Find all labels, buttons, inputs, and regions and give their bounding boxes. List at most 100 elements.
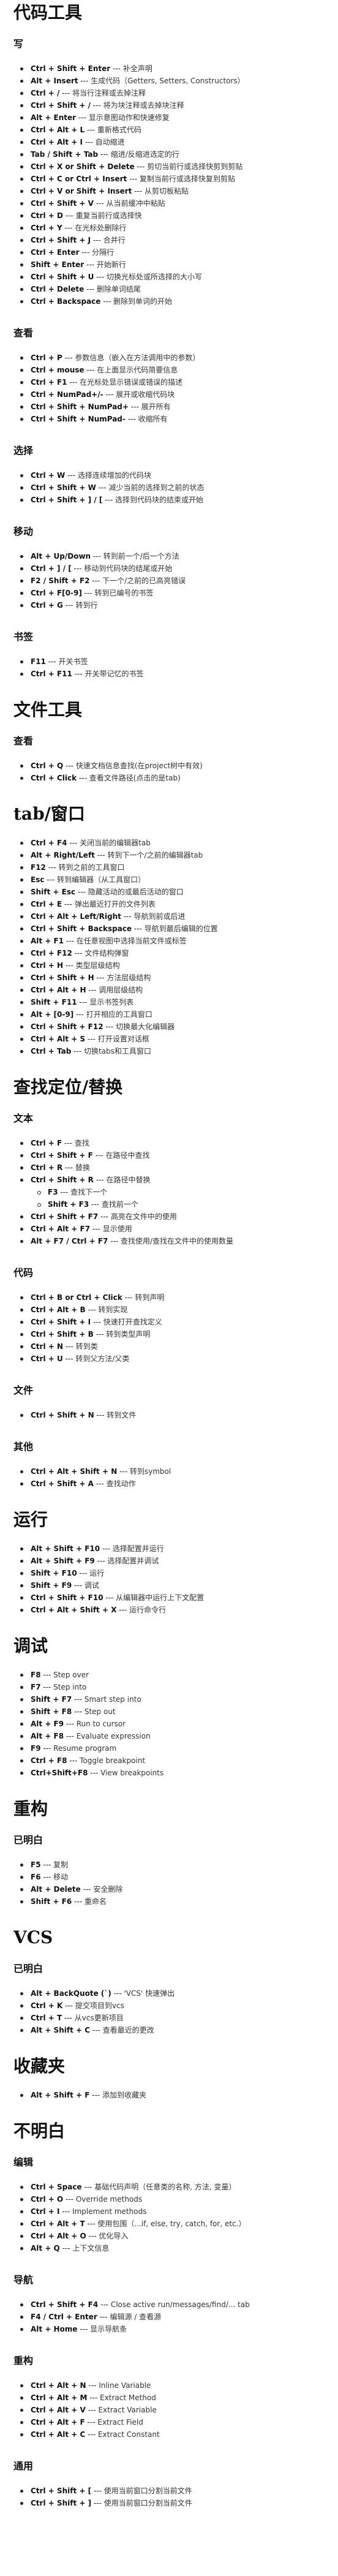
section-title: tab/窗口 [13,804,85,824]
shortcut-separator: --- [89,576,103,585]
shortcut-description: 转到文件 [107,1411,137,1419]
shortcut-key: Ctrl + Shift + F7 [31,1212,99,1221]
shortcut-item: Alt + [0-9] --- 打开相应的工具窗口 [13,1008,331,1021]
shortcut-item: Ctrl + Alt + F --- Extract Field [13,2416,331,2428]
shortcut-item: Ctrl + Alt + B --- 转到实现 [13,1304,331,1316]
shortcut-separator: --- [79,248,92,257]
shortcut-item: Ctrl + Alt + Shift + X --- 运行命令行 [13,1604,331,1616]
subsection-title: 文件 [13,1384,34,1396]
shortcut-separator: --- [67,1756,80,1765]
shortcut-description: 显示导航条 [90,2325,127,2333]
shortcut-description: 在上面显示代码简要信息 [97,366,178,374]
shortcut-item: Ctrl + H --- 类型层级结构 [13,959,331,972]
shortcut-description: 转到实现 [98,1305,128,1314]
shortcut-separator: --- [72,1581,85,1590]
shortcut-separator: --- [116,1606,130,1614]
shortcut-item: Ctrl + V or Shift + Insert --- 从剪切板粘贴 [13,185,331,197]
shortcut-separator: --- [103,390,116,399]
shortcut-key: Ctrl + B or Ctrl + Click [31,1293,122,1302]
shortcut-description: 使用包围（...if, else, try, catch, for, etc.） [97,2219,246,2228]
shortcut-separator: --- [94,1557,108,1565]
shortcut-separator: --- [62,211,76,220]
shortcut-key: Alt + F1 [31,937,64,945]
shortcut-separator: --- [62,900,75,908]
shortcut-key: Ctrl + Alt + T [31,2219,85,2228]
shortcut-description: 重新格式代码 [97,126,141,134]
shortcut-item: Ctrl + Shift + H --- 方法层级结构 [13,972,331,984]
shortcut-item: Ctrl + Alt + V --- Extract Variable [13,2404,331,2416]
shortcut-item: Ctrl + Shift + U --- 切换光标处或所选择的大小写 [13,271,331,283]
shortcut-item: Ctrl + Alt + H --- 调用层级结构 [13,984,331,996]
shortcut-description: 优化导入 [99,2232,129,2240]
shortcut-description: 显示使用 [102,1225,132,1233]
shortcut-key: Ctrl + Alt + S [31,1035,86,1043]
shortcut-item: Esc --- 转到编辑器（从工具窗口） [13,874,331,886]
shortcut-separator: --- [76,113,89,122]
shortcut-item: Alt + Shift + F10 --- 选择配置并运行 [13,1543,331,1555]
shortcut-item: Ctrl + F4 --- 关闭当前的编辑器tab [13,837,331,849]
shortcut-item: Ctrl + Alt + S --- 打开设置对话框 [13,1033,331,1045]
shortcut-key: Alt + Home [31,2325,78,2333]
subsection-title: 编辑 [13,2156,34,2168]
shortcut-description: 隐藏活动的或最后活动的窗口 [88,888,184,896]
shortcut-separator: --- [89,2091,103,2099]
shortcut-item: Ctrl + / --- 将当行注释或去掉注释 [13,87,331,99]
shortcut-item: Ctrl + Shift + F --- 在路径中查找 [13,1149,331,1161]
shortcut-description: 调用层级结构 [99,986,143,994]
shortcut-key: Ctrl + K [31,2001,63,2010]
shortcut-key: F5 [31,1860,41,1869]
shortcut-item: Ctrl + C or Ctrl + Insert --- 复制当前行或选择快复… [13,173,331,185]
shortcut-list: Ctrl + F --- 查找 Ctrl + Shift + F --- 在路径中… [13,1137,331,1247]
shortcut-item: F12 --- 转到之前的工具窗口 [13,861,331,874]
shortcut-item: Ctrl + P --- 参数信息（嵌入在方法调用中的参数） [13,352,331,364]
shortcut-key: Ctrl + N [31,1342,64,1351]
shortcut-item: Ctrl + B or Ctrl + Click --- 转到声明 [13,1291,331,1304]
shortcut-key: Ctrl + O [31,2195,64,2204]
shortcut-separator: --- [63,961,76,970]
shortcut-list: Ctrl + W --- 选择连续增加的代码块 Ctrl + Shift + W … [13,469,331,506]
shortcut-description: 编辑源 / 查看源 [110,2313,162,2321]
subsection-title: 代码 [13,1267,34,1279]
shortcut-description: Extract Variable [98,2406,157,2414]
shortcut-key: Ctrl + P [31,353,62,362]
shortcut-separator: --- [62,2001,75,2010]
shortcut-key: Ctrl + Alt + L [31,126,85,134]
shortcut-separator: --- [98,2300,111,2309]
shortcut-separator: --- [59,2244,73,2253]
shortcut-key: Ctrl + Shift + NumPad- [31,415,126,423]
shortcut-description: 显示意图动作和快速修复 [88,113,170,122]
shortcut-key: Ctrl + Enter [31,248,80,257]
shortcut-key: Shift + Enter [31,260,85,269]
shortcut-item: F6 --- 移动 [13,1871,331,1883]
shortcut-key: Ctrl + R [31,1163,63,1172]
shortcut-item: Ctrl + Click --- 查看文件路径(点击的是tab) [13,772,331,784]
shortcut-description: Close active run/messages/find/... tab [110,2300,250,2309]
shortcut-separator: --- [40,1683,54,1691]
shortcut-key: Ctrl + Shift + F [31,1151,93,1160]
shortcut-description: Inline Variable [99,2381,151,2390]
shortcut-list: Ctrl + Shift + Enter --- 补全声明 Alt + Inser… [13,62,331,308]
shortcut-sections: 代码工具写 Ctrl + Shift + Enter --- 补全声明 Alt + … [13,2,331,2509]
shortcut-key: Ctrl + G [31,601,63,610]
shortcut-item: Ctrl + I --- Implement methods [13,2205,331,2218]
shortcut-description: 查看文件路径(点击的是tab) [89,774,181,782]
shortcut-item: Ctrl + Shift + B --- 转到类型声明 [13,1328,331,1340]
shortcut-list: Ctrl + Alt + Shift + N --- 转到symbol Ctrl … [13,1465,331,1490]
shortcut-description: Extract Method [100,2393,156,2402]
shortcut-key: Ctrl + Shift + J [31,236,91,244]
shortcut-list: Ctrl + B or Ctrl + Click --- 转到声明 Ctrl + … [13,1291,331,1365]
shortcut-key: Ctrl + Shift + F10 [31,1593,103,1602]
shortcut-separator: --- [72,1897,85,1906]
section-title: 不明白 [13,2121,66,2141]
shortcut-description: 转到声明 [135,1293,165,1302]
shortcut-item: Ctrl + Shift + NumPad+ --- 展开所有 [13,401,331,413]
subsection-title: 文本 [13,1112,34,1124]
shortcut-description: 移动到代码块的结尾或开始 [84,564,173,573]
shortcut-separator: --- [86,986,99,994]
shortcut-separator: --- [89,1200,102,1209]
shortcut-separator: --- [111,1989,124,1998]
shortcut-item: Ctrl + Alt + F7 --- 显示使用 [13,1223,331,1235]
shortcut-item: Ctrl + F1 --- 在光标处显示错误或错误的描述 [13,376,331,388]
shortcut-list: F8 --- Step over F7 --- Step into Shift + … [13,1669,331,1779]
shortcut-item: Ctrl + Alt + M --- Extract Method [13,2392,331,2404]
